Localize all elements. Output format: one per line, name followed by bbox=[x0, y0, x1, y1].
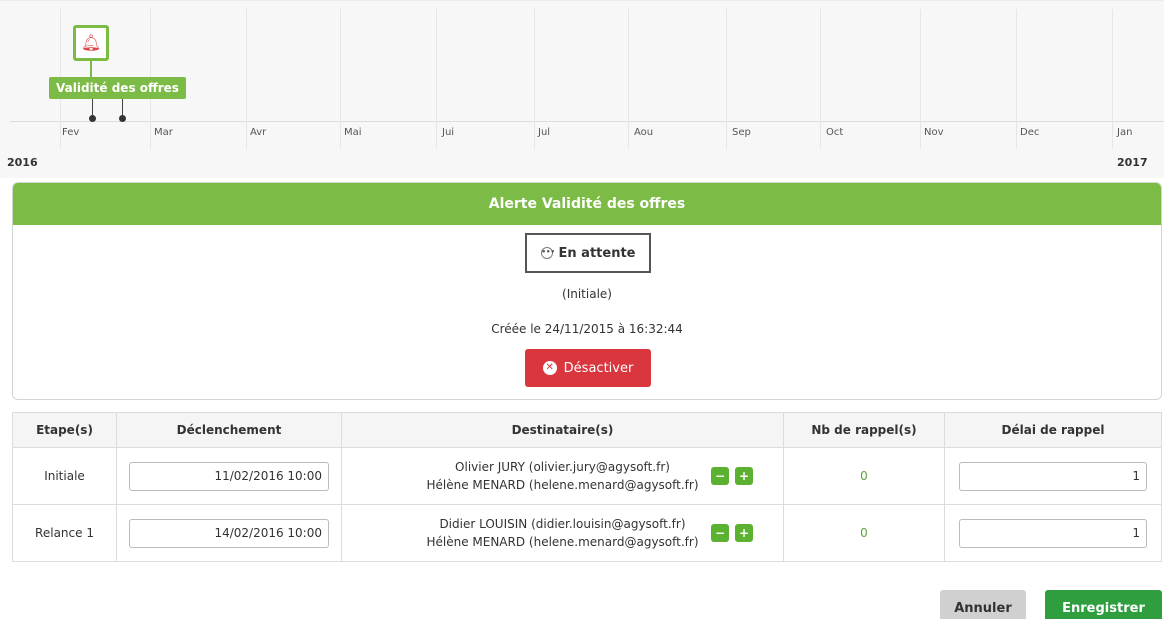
row-delay-cell: 1 bbox=[944, 504, 1162, 562]
timeline-gridline bbox=[340, 9, 341, 121]
times-circle-icon: ✕ bbox=[542, 361, 557, 375]
recipient: Hélène MENARD (helene.menard@agysoft.fr) bbox=[426, 478, 699, 492]
bell-icon: 🔔︎ bbox=[80, 33, 102, 52]
cancel-button[interactable]: Annuler bbox=[940, 590, 1026, 619]
timeline-gridline bbox=[60, 9, 61, 121]
alert-panel: Alerte Validité des offres ••• En attent… bbox=[12, 182, 1162, 400]
timeline-gridline bbox=[820, 9, 821, 121]
timeline-year-end: 2017 bbox=[1117, 156, 1148, 169]
timeline-month: Jan bbox=[1117, 127, 1133, 138]
timeline-gridline bbox=[246, 9, 247, 121]
timeline-month: Oct bbox=[826, 127, 844, 138]
row-trigger-cell: 11/02/2016 10:00 bbox=[116, 447, 342, 505]
trigger-date-input[interactable]: 11/02/2016 10:00 bbox=[129, 461, 329, 491]
timeline-tick bbox=[340, 121, 341, 149]
timeline-gridline bbox=[436, 9, 437, 121]
status-label: En attente bbox=[558, 245, 636, 261]
recipient: Hélène MENARD (helene.menard@agysoft.fr) bbox=[426, 535, 699, 549]
row-step: Relance 1 bbox=[12, 504, 117, 562]
timeline-tick bbox=[60, 121, 61, 149]
timeline-month: Jui bbox=[442, 127, 455, 138]
timeline-axis bbox=[10, 121, 1164, 122]
reminder-count: 0 bbox=[860, 469, 868, 483]
recipient: Olivier JURY (olivier.jury@agysoft.fr) bbox=[455, 460, 670, 474]
timeline-year-start: 2016 bbox=[7, 156, 38, 169]
deactivate-button[interactable]: ✕ Désactiver bbox=[525, 349, 651, 387]
timeline-month: Mar bbox=[154, 127, 173, 138]
timeline-event-dot bbox=[119, 115, 126, 122]
timeline-grid bbox=[0, 9, 1164, 121]
ellipsis-icon: ••• bbox=[540, 247, 555, 259]
timeline-month: Jul bbox=[538, 127, 551, 138]
header-delay: Délai de rappel bbox=[944, 412, 1162, 448]
timeline-tick bbox=[726, 121, 727, 149]
timeline-gridline bbox=[628, 9, 629, 121]
add-recipient-button[interactable]: + bbox=[735, 524, 753, 542]
timeline-month: Dec bbox=[1020, 127, 1040, 138]
recipient: Didier LOUISIN (didier.louisin@agysoft.f… bbox=[439, 517, 686, 531]
add-recipient-button[interactable]: + bbox=[735, 467, 753, 485]
timeline-tick bbox=[820, 121, 821, 149]
row-recipients-cell: Didier LOUISIN (didier.louisin@agysoft.f… bbox=[341, 504, 784, 562]
status-indicator: ••• En attente bbox=[525, 233, 651, 273]
timeline-gridline bbox=[1112, 9, 1113, 121]
row-reminders: 0 bbox=[783, 447, 945, 505]
deactivate-label: Désactiver bbox=[563, 360, 634, 376]
timeline-tick bbox=[920, 121, 921, 149]
row-recipients-cell: Olivier JURY (olivier.jury@agysoft.fr) H… bbox=[341, 447, 784, 505]
timeline-tick bbox=[628, 121, 629, 149]
table-row: Initiale 11/02/2016 10:00 Olivier JURY (… bbox=[12, 447, 1162, 505]
header-reminders: Nb de rappel(s) bbox=[783, 412, 945, 448]
header-recipients: Destinataire(s) bbox=[341, 412, 784, 448]
timeline: Fev Mar Avr Mai Jui Jul Aou Sep Oct Nov … bbox=[0, 0, 1164, 178]
timeline-month: Fev bbox=[62, 127, 80, 138]
alert-title: Alerte Validité des offres bbox=[13, 183, 1161, 225]
remove-recipient-button[interactable]: − bbox=[711, 524, 729, 542]
table-row: Relance 1 14/02/2016 10:00 Didier LOUISI… bbox=[12, 504, 1162, 562]
timeline-month: Aou bbox=[634, 127, 654, 138]
status-step: (Initiale) bbox=[562, 287, 612, 301]
created-date: Créée le 24/11/2015 à 16:32:44 bbox=[491, 322, 683, 336]
header-trigger: Déclenchement bbox=[116, 412, 342, 448]
reminder-count: 0 bbox=[860, 526, 868, 540]
delay-input[interactable]: 1 bbox=[959, 461, 1147, 491]
timeline-tick bbox=[1016, 121, 1017, 149]
timeline-gridline bbox=[534, 9, 535, 121]
timeline-tick bbox=[534, 121, 535, 149]
timeline-tick bbox=[150, 121, 151, 149]
timeline-event-dot bbox=[89, 115, 96, 122]
remove-recipient-button[interactable]: − bbox=[711, 467, 729, 485]
timeline-gridline bbox=[920, 9, 921, 121]
row-reminders: 0 bbox=[783, 504, 945, 562]
timeline-tick bbox=[246, 121, 247, 149]
table-header-row: Etape(s) Déclenchement Destinataire(s) N… bbox=[12, 412, 1162, 448]
timeline-month: Nov bbox=[924, 127, 944, 138]
timeline-tick bbox=[1112, 121, 1113, 149]
timeline-month: Sep bbox=[732, 127, 751, 138]
steps-table: Etape(s) Déclenchement Destinataire(s) N… bbox=[12, 412, 1162, 562]
trigger-date-input[interactable]: 14/02/2016 10:00 bbox=[129, 518, 329, 548]
timeline-event-marker[interactable]: 🔔︎ bbox=[73, 25, 109, 61]
timeline-month: Mai bbox=[344, 127, 362, 138]
row-delay-cell: 1 bbox=[944, 447, 1162, 505]
row-trigger-cell: 14/02/2016 10:00 bbox=[116, 504, 342, 562]
timeline-tick bbox=[436, 121, 437, 149]
timeline-month: Avr bbox=[250, 127, 267, 138]
row-step: Initiale bbox=[12, 447, 117, 505]
timeline-gridline bbox=[1016, 9, 1017, 121]
save-button[interactable]: Enregistrer bbox=[1045, 590, 1162, 619]
delay-input[interactable]: 1 bbox=[959, 518, 1147, 548]
header-step: Etape(s) bbox=[12, 412, 117, 448]
timeline-event-stem bbox=[90, 61, 92, 77]
timeline-gridline bbox=[150, 9, 151, 121]
timeline-gridline bbox=[726, 9, 727, 121]
timeline-event-label[interactable]: Validité des offres bbox=[49, 77, 186, 99]
